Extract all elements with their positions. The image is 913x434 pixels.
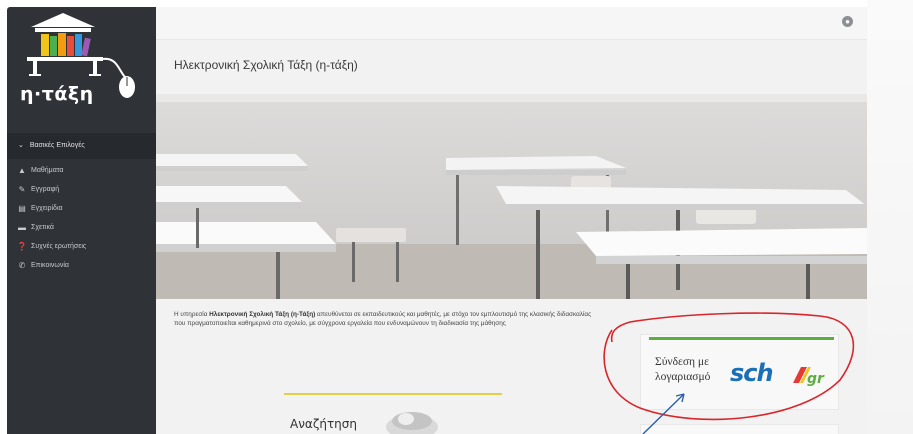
search-card[interactable]: Αναζήτηση [276, 393, 502, 434]
menu-section-label: Βασικές Επιλογές [29, 142, 85, 149]
top-bar: ● [156, 7, 867, 40]
classroom-logo-icon [27, 13, 135, 98]
sch-gr-logo-icon: gr [793, 367, 825, 387]
hero-classroom-image [156, 94, 867, 299]
sidebar-item-label: Εγχειρίδια [31, 205, 63, 212]
sidebar-item-label: Επικοινωνία [31, 262, 69, 269]
intro-text: Η υπηρεσία Ηλεκτρονική Σχολική Τάξη (η-Τ… [174, 310, 604, 328]
phone-icon: ✆ [18, 261, 26, 270]
edit-icon: ✎ [18, 185, 26, 194]
graduation-cap-icon: ▲ [18, 166, 26, 175]
search-label: Αναζήτηση [290, 417, 357, 431]
question-icon: ❓ [17, 242, 27, 251]
document-icon: ▤ [18, 204, 26, 213]
sch-logo-text: sch [730, 359, 774, 387]
intro-text-bold: Ηλεκτρονική Σχολική Τάξη (η-Τάξη) [209, 311, 316, 318]
card-icon: ▬ [18, 223, 26, 232]
sidebar-item-label: Μαθήματα [31, 167, 64, 174]
login-label: Σύνδεση με λογαριασμό [655, 355, 725, 385]
sidebar-item-label: Εγγραφή [31, 186, 60, 193]
sidebar-item-label: Συχνές ερωτήσεις [31, 243, 87, 250]
sidebar-item-about[interactable]: ▬ Σχετικά [7, 218, 156, 237]
intro-text-pre: Η υπηρεσία [174, 311, 210, 318]
sch-gr-suffix: gr [807, 371, 825, 387]
sidebar: η·τάξη ⌄ Βασικές Επιλογές ▲ Μαθήματα ✎ Ε… [7, 7, 156, 434]
sidebar-item-manuals[interactable]: ▤ Εγχειρίδια [7, 199, 156, 218]
page-title: Ηλεκτρονική Σχολική Τάξη (η-τάξη) [174, 58, 358, 72]
main-content: Ηλεκτρονική Σχολική Τάξη (η-τάξη) Η υπηρ… [156, 40, 867, 434]
login-card-accent [649, 337, 834, 340]
sidebar-menu: ▲ Μαθήματα ✎ Εγγραφή ▤ Εγχειρίδια ▬ Σχετ… [7, 161, 156, 275]
sidebar-item-label: Σχετικά [31, 224, 54, 231]
search-card-accent [284, 393, 502, 395]
globe-icon[interactable]: ● [842, 16, 853, 27]
secondary-card [640, 424, 839, 434]
background-decoration [867, 0, 913, 434]
brand-logo[interactable]: η·τάξη [7, 7, 156, 124]
classroom-desks-illustration [156, 154, 867, 299]
sidebar-item-register[interactable]: ✎ Εγγραφή [7, 180, 156, 199]
sidebar-item-courses[interactable]: ▲ Μαθήματα [7, 161, 156, 180]
login-label-line1: Σύνδεση με [655, 356, 709, 368]
login-label-line2: λογαριασμό [655, 371, 711, 383]
logo-text: η·τάξη [20, 83, 94, 105]
books-icon [386, 412, 438, 434]
sidebar-item-faq[interactable]: ❓ Συχνές ερωτήσεις [7, 237, 156, 256]
sidebar-item-contact[interactable]: ✆ Επικοινωνία [7, 256, 156, 275]
chevron-down-icon: ⌄ [18, 142, 24, 149]
sch-login-card[interactable]: Σύνδεση με λογαριασμό sch gr [640, 334, 839, 410]
menu-section-header[interactable]: ⌄ Βασικές Επιλογές [7, 133, 156, 159]
